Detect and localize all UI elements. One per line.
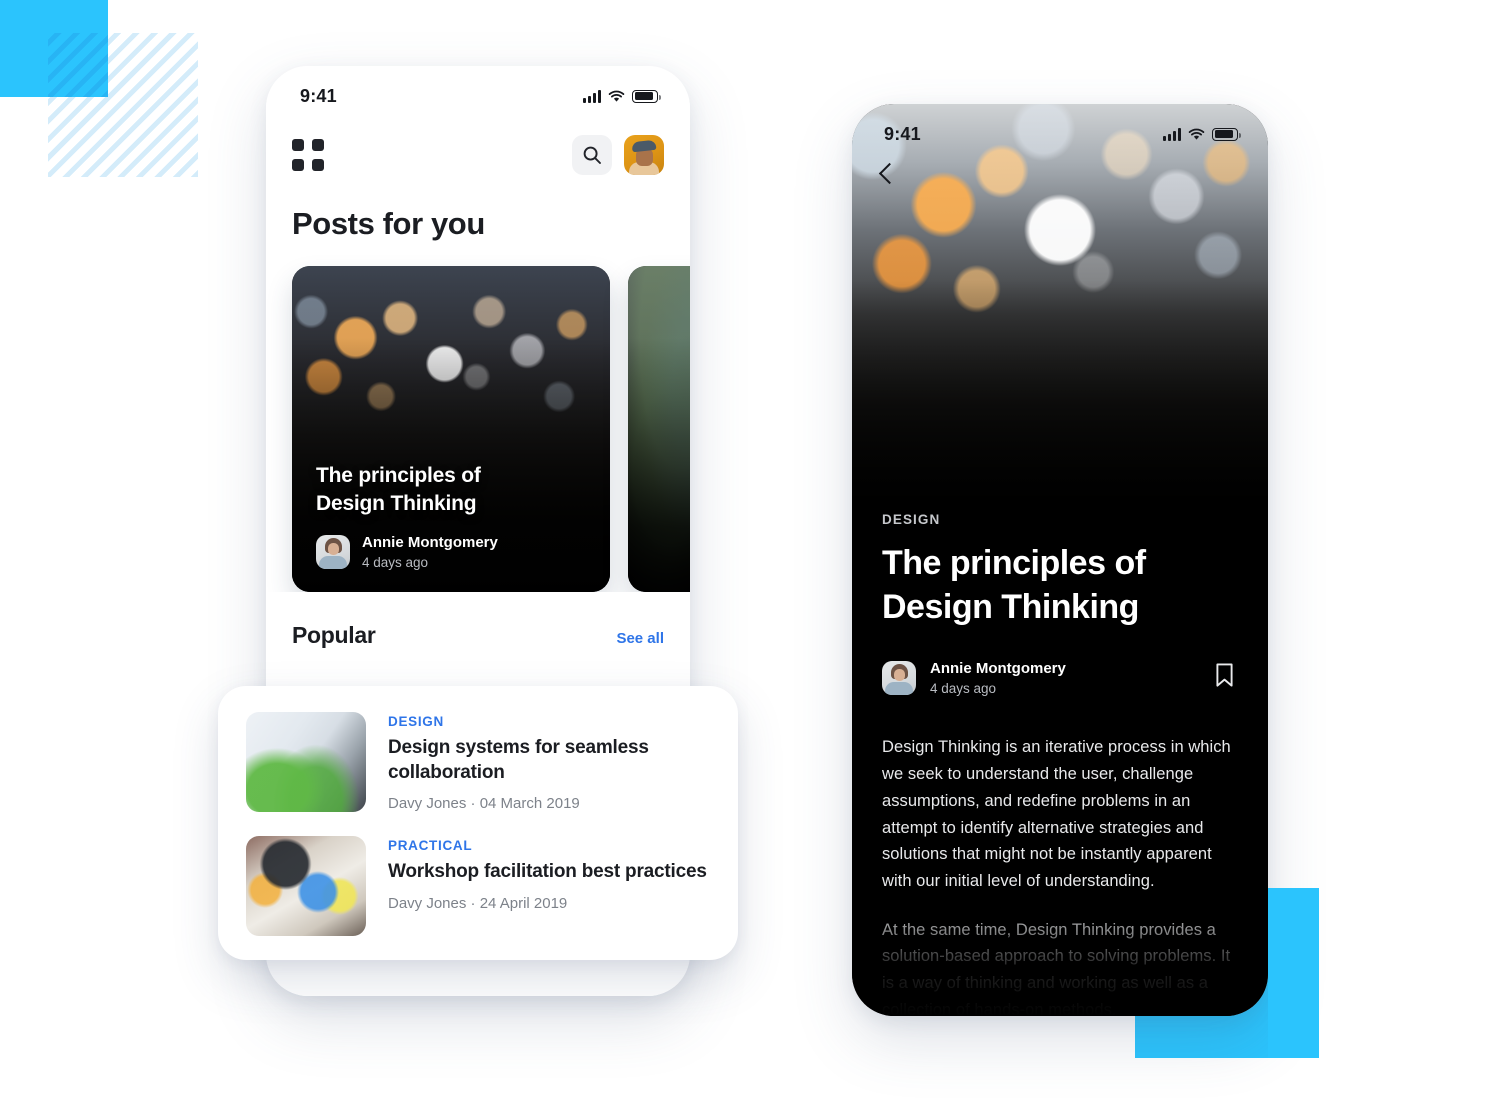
list-item-text: DESIGN Design systems for seamless colla… <box>388 712 710 812</box>
status-time: 9:41 <box>300 85 337 106</box>
article-body: Design Thinking is an iterative process … <box>882 734 1238 1016</box>
article-category: DESIGN <box>882 512 941 527</box>
list-item[interactable]: DESIGN Design systems for seamless colla… <box>246 712 710 812</box>
status-bar: 9:41 <box>852 104 1268 156</box>
featured-card-body: The principles of Design Thinking Annie … <box>316 462 590 570</box>
article-hero <box>852 104 1268 524</box>
wifi-icon <box>1188 128 1205 140</box>
article-author-block: Annie Montgomery 4 days ago <box>882 660 1066 696</box>
section-title: Popular <box>292 622 376 648</box>
list-item-thumbnail <box>246 712 366 812</box>
list-item-text: PRACTICAL Workshop facilitation best pra… <box>388 836 710 912</box>
featured-card[interactable]: The principles of Design Thinking Annie … <box>292 266 610 592</box>
featured-card-title: The principles of Design Thinking <box>316 462 590 518</box>
featured-title-line-1: The principles of <box>316 464 481 488</box>
list-item-byline: Davy Jones · 04 March 2019 <box>388 795 580 813</box>
author-avatar <box>882 660 916 695</box>
list-item-thumbnail <box>246 836 366 937</box>
article-title-line-1: The principles of <box>882 544 1146 582</box>
cellular-signal-icon <box>1163 127 1181 141</box>
avatar[interactable] <box>624 135 664 175</box>
list-item-category: DESIGN <box>388 714 444 729</box>
article-title-line-2: Design Thinking <box>882 588 1139 627</box>
page-title: Posts for you <box>292 206 485 241</box>
wifi-icon <box>608 90 625 102</box>
chevron-left-icon <box>878 162 901 185</box>
see-all-link[interactable]: See all <box>616 630 664 647</box>
author-name: Annie Montgomery <box>930 660 1066 677</box>
article-meta: Annie Montgomery 4 days ago <box>882 659 1238 696</box>
top-bar <box>266 118 690 192</box>
list-item-byline: Davy Jones · 24 April 2019 <box>388 895 568 913</box>
phone-2-article-screen: 9:41 DESIGN The principles of Design Thi… <box>852 104 1268 1016</box>
featured-card-meta: Annie Montgomery 4 days ago <box>316 534 590 570</box>
author-avatar <box>316 535 350 570</box>
article-paragraph: At the same time, Design Thinking provid… <box>882 920 1231 1016</box>
post-date: 4 days ago <box>930 680 997 696</box>
popular-section-header: Popular See all <box>266 592 690 649</box>
list-item-title: Workshop facilitation best practices <box>388 861 707 883</box>
grid-menu-icon[interactable] <box>292 139 324 171</box>
decorative-striped-overlay <box>48 33 108 97</box>
status-time: 9:41 <box>884 123 921 144</box>
battery-icon <box>1212 127 1241 141</box>
back-button[interactable] <box>852 156 912 200</box>
article-hero-gradient <box>852 280 1268 524</box>
article-paragraph: Design Thinking is an iterative process … <box>882 738 1231 890</box>
decorative-blue-square-bottom-right-front <box>1268 888 1319 1058</box>
bookmark-button[interactable] <box>1211 659 1238 696</box>
bookmark-icon <box>1216 663 1233 687</box>
status-icons <box>583 89 661 103</box>
top-actions <box>572 135 664 175</box>
featured-card-scrim <box>628 266 690 592</box>
featured-card[interactable] <box>628 266 690 592</box>
featured-carousel[interactable]: The principles of Design Thinking Annie … <box>266 242 690 592</box>
list-item-title: Design systems for seamless collaboratio… <box>388 737 649 783</box>
popular-list-card: DESIGN Design systems for seamless colla… <box>218 686 738 961</box>
post-date: 4 days ago <box>362 555 429 570</box>
list-item-category: PRACTICAL <box>388 838 473 854</box>
battery-icon <box>632 89 661 103</box>
article-title: The principles of Design Thinking <box>882 541 1238 629</box>
list-item[interactable]: PRACTICAL Workshop facilitation best pra… <box>246 836 710 937</box>
search-button[interactable] <box>572 135 612 175</box>
article-content: DESIGN The principles of Design Thinking… <box>852 512 1268 1016</box>
search-icon <box>583 146 601 164</box>
featured-title-line-2: Design Thinking <box>316 492 477 516</box>
cellular-signal-icon <box>583 89 601 103</box>
status-icons <box>1163 127 1241 141</box>
status-bar: 9:41 <box>266 66 690 118</box>
author-name: Annie Montgomery <box>362 534 498 552</box>
